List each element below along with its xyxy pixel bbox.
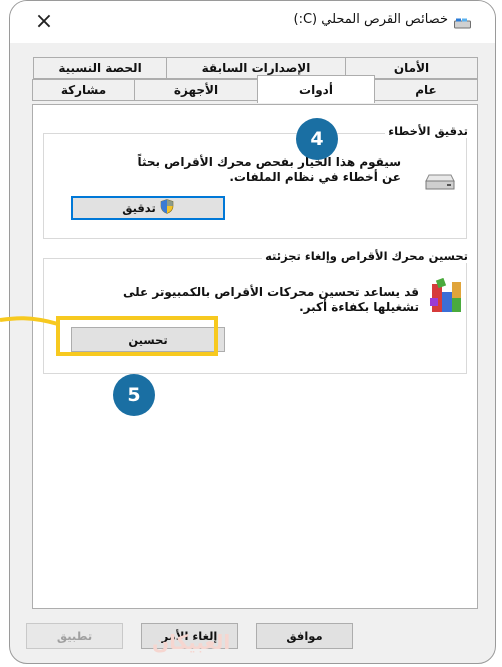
window-title-group: خصائص القرص المحلي (C:) bbox=[293, 12, 471, 29]
check-button[interactable]: تدقيق bbox=[71, 196, 225, 220]
optimize-highlight-box bbox=[56, 316, 218, 356]
tab-sharing[interactable]: مشاركة bbox=[32, 79, 135, 101]
optimize-description: قد يساعد تحسين محركات الأقراص بالكمبيوتر… bbox=[79, 285, 419, 315]
window-title: خصائص القرص المحلي (C:) bbox=[293, 12, 448, 27]
tab-general[interactable]: عام bbox=[374, 79, 478, 101]
hard-drive-icon bbox=[425, 173, 455, 195]
optimize-desc-line1: قد يساعد تحسين محركات الأقراص بالكمبيوتر… bbox=[122, 285, 419, 299]
tab-hardware[interactable]: الأجهزة bbox=[134, 79, 258, 101]
shield-icon bbox=[160, 199, 174, 217]
watermark: العبيكان bbox=[152, 630, 231, 654]
ok-button[interactable]: موافق bbox=[256, 623, 353, 649]
error-checking-desc-line2: عن أخطاء في نظام الملفات. bbox=[229, 170, 401, 184]
optimize-title: تحسين محرك الأقراص وإلغاء تجزئته bbox=[262, 249, 471, 263]
drive-icon bbox=[454, 14, 471, 29]
optimize-desc-line2: تشغيلها بكفاءة أكبر. bbox=[299, 300, 419, 314]
error-checking-description: سيقوم هذا الخيار بفحص محرك الأقراص بحثاً… bbox=[101, 155, 401, 185]
error-checking-title: تدقيق الأخطاء bbox=[385, 124, 471, 138]
check-button-label: تدقيق bbox=[122, 201, 156, 215]
tab-quota[interactable]: الحصة النسبية bbox=[33, 57, 167, 79]
step-badge-4: 4 bbox=[296, 118, 338, 160]
close-button[interactable]: × bbox=[32, 7, 56, 37]
error-checking-desc-line1: سيقوم هذا الخيار بفحص محرك الأقراص بحثاً bbox=[137, 155, 401, 169]
error-checking-group bbox=[43, 133, 467, 239]
step-badge-5: 5 bbox=[113, 374, 155, 416]
tools-panel: تدقيق الأخطاء سيقوم هذا الخيار بفحص محرك… bbox=[32, 104, 478, 609]
defrag-icon bbox=[429, 277, 463, 318]
apply-button[interactable]: تطبيق bbox=[26, 623, 123, 649]
callout-curve bbox=[0, 316, 59, 326]
tab-tools[interactable]: أدوات bbox=[257, 75, 375, 103]
title-bar: × خصائص القرص المحلي (C:) bbox=[10, 1, 495, 43]
